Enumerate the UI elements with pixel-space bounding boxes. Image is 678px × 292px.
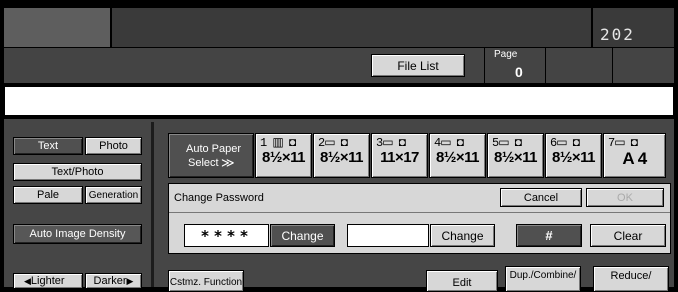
paper-tray-5-button[interactable]: 5▭ ◘ 8½×11	[487, 133, 544, 178]
message-line	[4, 86, 674, 116]
paper-tray-3-button[interactable]: 3▭ ◘ 11×17	[371, 133, 428, 178]
tray-icon: ▥ ◘	[266, 136, 296, 150]
change-new-password-button[interactable]: Change	[430, 224, 495, 247]
change-password-button[interactable]: Change	[270, 224, 335, 247]
paper-tray-1-button[interactable]: 1 ▥ ◘ 8½×11	[255, 133, 312, 178]
auto-paper-select-button[interactable]: Auto Paper Select ≫	[168, 133, 254, 178]
auto-paper-line1: Auto Paper	[186, 143, 242, 155]
photo-mode-button[interactable]: Photo	[85, 137, 142, 155]
header-divider-1	[110, 8, 112, 47]
panel-divider	[151, 122, 154, 287]
page-label: Page	[494, 49, 518, 60]
copy-counter: 202	[600, 25, 635, 44]
tray-icon: ▭ ◘	[614, 136, 638, 150]
lighter-label: Lighter	[30, 275, 65, 287]
paper-tray-7-button[interactable]: 7▭ ◘ A 4	[603, 133, 666, 178]
generation-mode-button[interactable]: Generation	[85, 186, 142, 204]
auto-paper-line2: Select	[188, 157, 219, 169]
tray-size: 11×17	[380, 149, 419, 166]
dup-combine-button[interactable]: Dup./Combine/	[505, 266, 581, 292]
tray-size: A 4	[622, 149, 647, 168]
ok-button[interactable]: OK	[586, 188, 664, 207]
reduce-enlarge-button[interactable]: Reduce/	[593, 266, 669, 292]
paper-tray-4-button[interactable]: 4▭ ◘ 8½×11	[429, 133, 486, 178]
tray-icon: ▭ ◘	[324, 136, 348, 150]
toolbar-bar	[4, 47, 674, 83]
page-divider-3	[612, 47, 613, 83]
text-photo-mode-button[interactable]: Text/Photo	[13, 163, 142, 181]
select-arrow-icon: ≫	[221, 155, 235, 170]
clear-button[interactable]: Clear	[590, 224, 666, 247]
auto-image-density-button[interactable]: Auto Image Density	[13, 224, 142, 244]
tray-size: 8½×11	[494, 149, 537, 166]
tray-size: 8½×11	[436, 149, 479, 166]
tray-icon: ▭ ◘	[440, 136, 464, 150]
dialog-title: Change Password	[174, 192, 264, 204]
tray-size: 8½×11	[320, 149, 363, 166]
darker-label: Darker	[93, 275, 127, 287]
customize-function-button[interactable]: Cstmz. Function	[168, 270, 244, 292]
darker-arrow-icon: ▶	[126, 275, 134, 286]
paper-tray-6-button[interactable]: 6▭ ◘ 8½×11	[545, 133, 602, 178]
pale-mode-button[interactable]: Pale	[13, 186, 83, 204]
paper-tray-2-button[interactable]: 2▭ ◘ 8½×11	[313, 133, 370, 178]
new-password-field[interactable]	[347, 224, 429, 247]
header-divider-2	[591, 8, 593, 47]
header-tab-left	[4, 8, 110, 47]
lighter-arrow-icon: ◀	[24, 275, 31, 286]
page-divider-1	[484, 47, 485, 83]
tray-icon: ▭ ◘	[498, 136, 522, 150]
edit-button[interactable]: Edit	[426, 270, 498, 292]
hash-button[interactable]: #	[516, 224, 582, 247]
file-list-button[interactable]: File List	[371, 54, 465, 77]
page-value: 0	[515, 64, 523, 80]
password-field[interactable]: ****	[184, 224, 269, 247]
text-mode-button[interactable]: Text	[13, 137, 83, 155]
cancel-button[interactable]: Cancel	[500, 188, 582, 207]
page-divider-2	[545, 47, 546, 83]
tray-size: 8½×11	[552, 149, 595, 166]
tray-icon: ▭ ◘	[382, 136, 406, 150]
tray-icon: ▭ ◘	[556, 136, 580, 150]
tray-size: 8½×11	[262, 149, 305, 166]
